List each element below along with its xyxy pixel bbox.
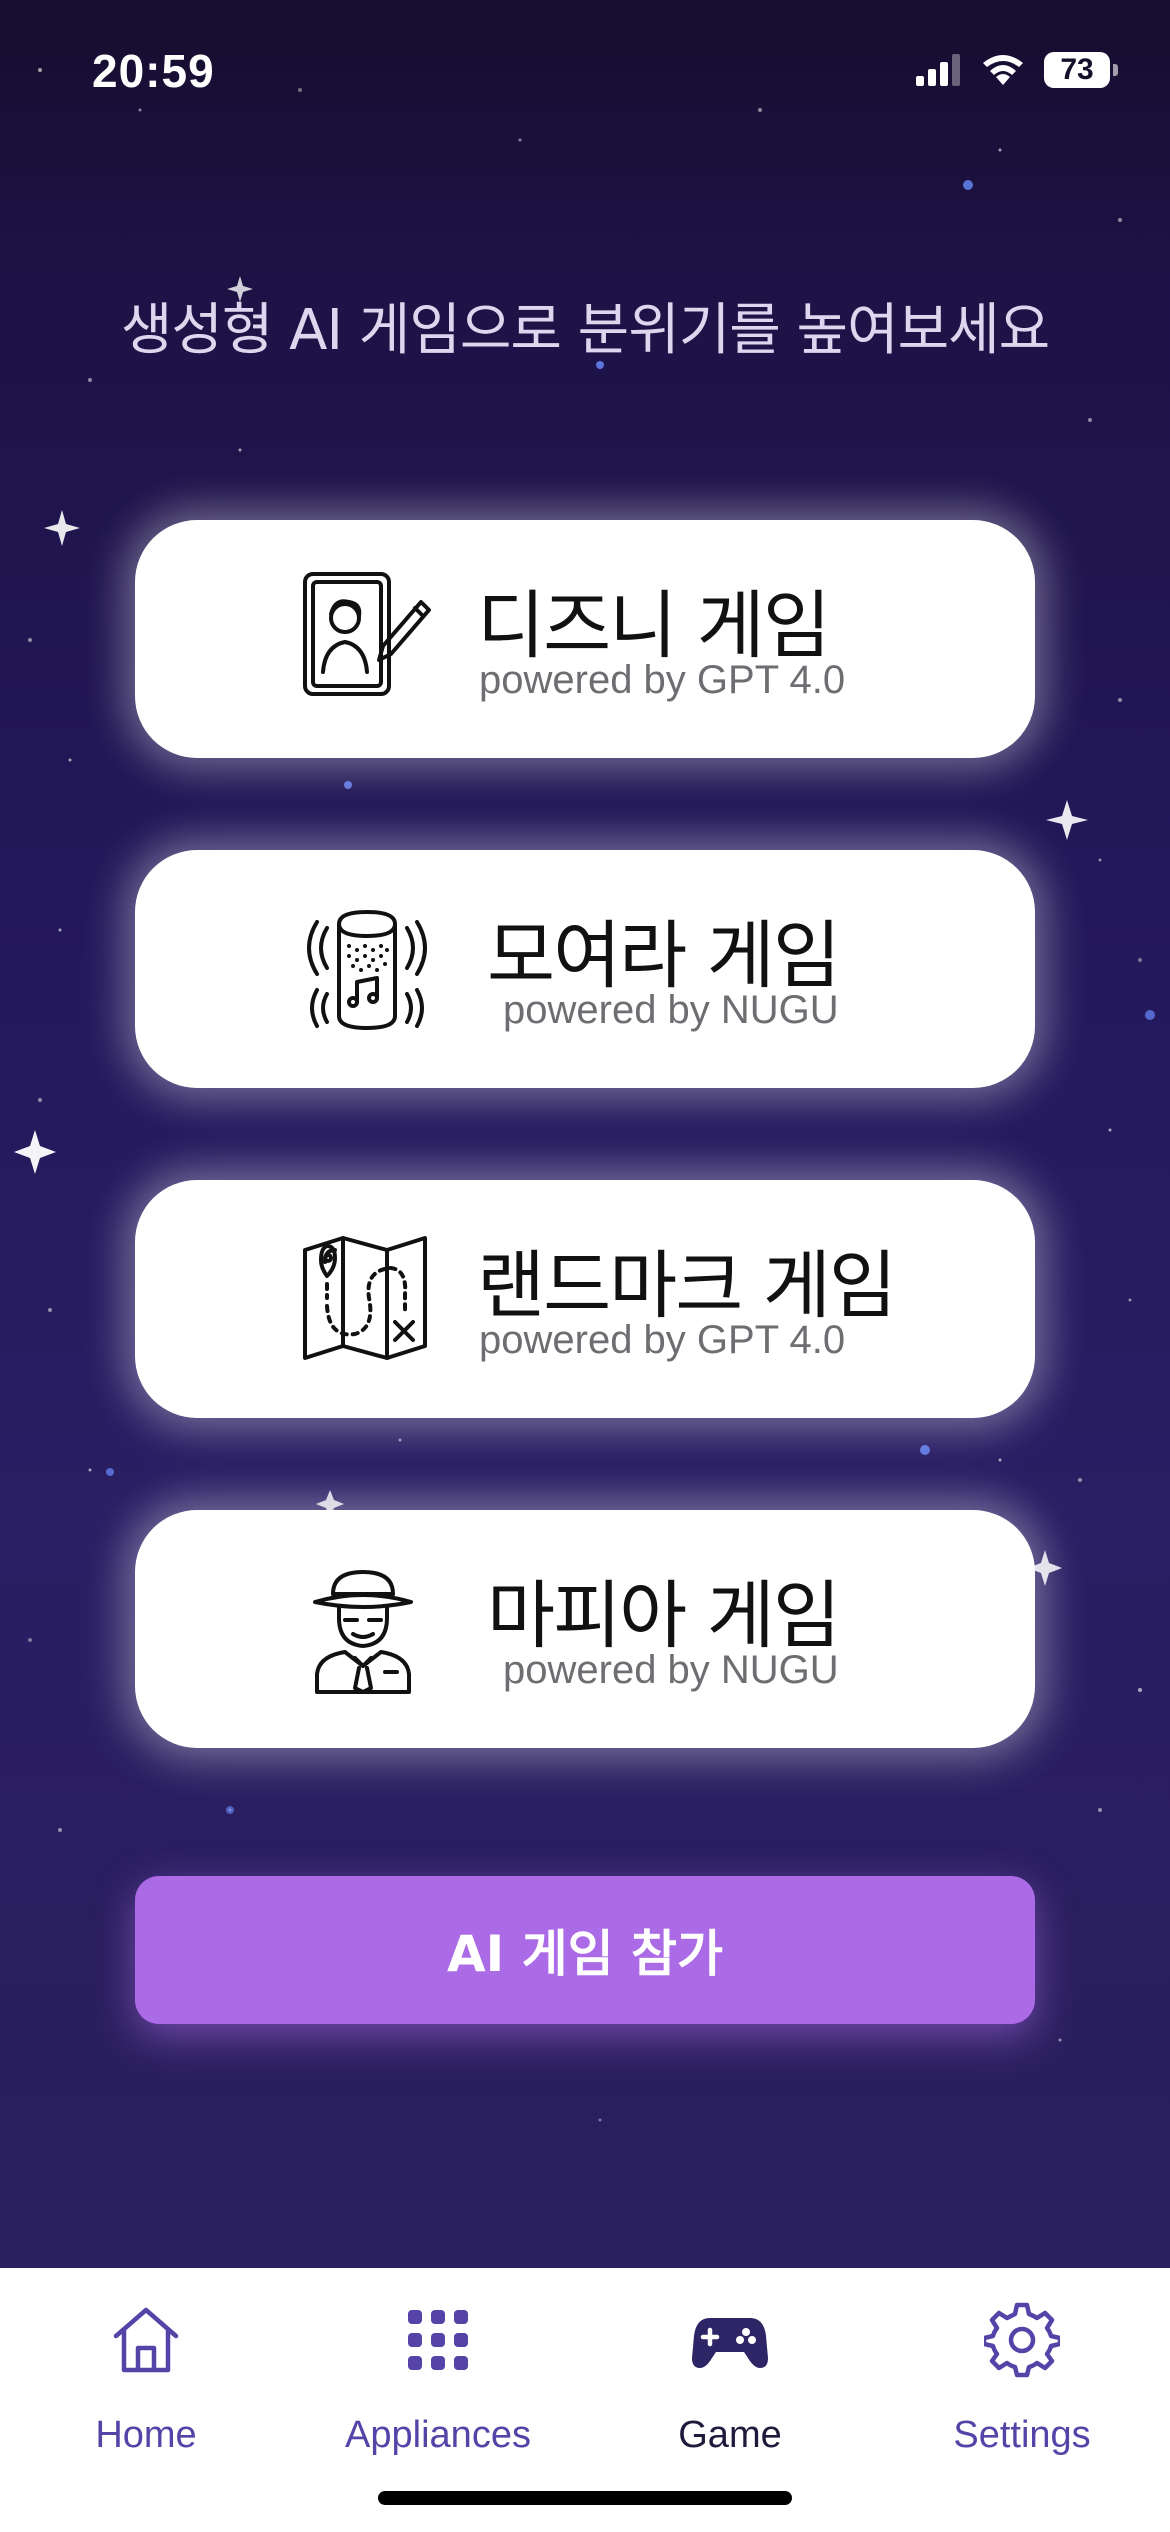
- game-title: 디즈니 게임: [477, 583, 831, 669]
- game-title: 모여라 게임: [487, 913, 841, 999]
- battery-level: 73: [1060, 53, 1094, 86]
- detective-icon: [313, 1570, 413, 1694]
- tab-appliances[interactable]: Appliances: [292, 2268, 584, 2468]
- game-card-mafia[interactable]: 마피아 게임 powered by NUGU: [135, 1510, 1035, 1748]
- page-headline: 생성형 AI 게임으로 분위기를 높여보세요: [120, 298, 1050, 363]
- tab-label: Home: [95, 2414, 197, 2456]
- tab-label: Settings: [953, 2414, 1091, 2456]
- signal-icon: [916, 54, 960, 86]
- tablet-drawing-icon: [303, 572, 431, 696]
- game-screen: 20:59 73 생성형 AI 게임으로 분위기를 높여보세요 디즈니 게임 p…: [0, 0, 1170, 2532]
- game-card-landmark[interactable]: 랜드마크 게임 powered by GPT 4.0: [135, 1180, 1035, 1418]
- join-ai-game-button[interactable]: AI 게임 참가: [135, 1876, 1035, 2024]
- home-icon: [113, 2307, 179, 2373]
- grid-icon: [408, 2310, 468, 2370]
- tab-label: Appliances: [345, 2414, 531, 2456]
- smart-speaker-icon: [307, 910, 427, 1030]
- game-title: 랜드마크 게임: [477, 1243, 897, 1329]
- game-subtitle: powered by GPT 4.0: [479, 658, 846, 702]
- game-subtitle: powered by NUGU: [503, 1648, 839, 1692]
- game-card-disney[interactable]: 디즈니 게임 powered by GPT 4.0: [135, 520, 1035, 758]
- status-bar: 20:59 73: [0, 0, 1170, 150]
- game-title: 마피아 게임: [487, 1573, 841, 1659]
- tab-label: Game: [678, 2414, 782, 2456]
- tab-settings[interactable]: Settings: [876, 2268, 1168, 2468]
- home-indicator: [378, 2491, 792, 2505]
- game-subtitle: powered by GPT 4.0: [479, 1318, 846, 1362]
- tab-home[interactable]: Home: [0, 2268, 292, 2468]
- wifi-icon: [983, 55, 1023, 85]
- game-card-moyeora[interactable]: 모여라 게임 powered by NUGU: [135, 850, 1035, 1088]
- gamepad-icon: [692, 2318, 768, 2368]
- gear-icon: [984, 2302, 1060, 2378]
- status-time: 20:59: [92, 45, 215, 97]
- treasure-map-icon: [303, 1236, 427, 1360]
- battery-icon: 73: [1044, 52, 1118, 88]
- status-icons: 73: [916, 52, 1118, 88]
- tab-bar: Home Appliances Game Settings: [0, 2268, 1170, 2532]
- tab-game[interactable]: Game: [584, 2268, 876, 2468]
- game-subtitle: powered by NUGU: [503, 988, 839, 1032]
